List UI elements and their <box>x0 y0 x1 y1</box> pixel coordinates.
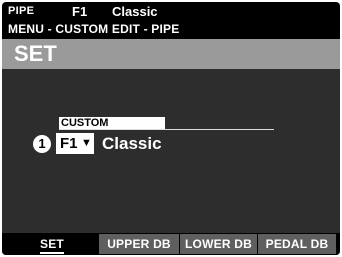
tab-set[interactable]: SET <box>10 234 94 254</box>
tab-upper-db[interactable]: UPPER DB <box>99 234 179 254</box>
value-number: F1 <box>60 135 78 152</box>
tab-set-label: SET <box>40 237 64 254</box>
status-bar: PIPE F1 Classic <box>2 2 340 24</box>
custom-value-selector[interactable]: F1 ▼ <box>56 133 94 154</box>
value-name: Classic <box>102 134 162 153</box>
tab-lower-db-label: LOWER DB <box>185 237 252 251</box>
function-tabs: SET UPPER DB LOWER DB PEDAL DB <box>2 233 340 255</box>
parameter-label: CUSTOM <box>59 117 165 129</box>
parameter-underline <box>59 129 274 130</box>
dropdown-arrow-icon: ▼ <box>81 137 92 149</box>
patch-number: F1 <box>72 4 88 19</box>
display-screen: PIPE F1 Classic MENU - CUSTOM EDIT - PIP… <box>2 2 340 255</box>
tab-pedal-db[interactable]: PEDAL DB <box>258 234 336 254</box>
breadcrumb: MENU - CUSTOM EDIT - PIPE <box>8 22 180 36</box>
tab-upper-db-label: UPPER DB <box>107 237 171 251</box>
main-area: CUSTOM 1 F1 ▼ Classic <box>2 69 340 233</box>
mode-label: PIPE <box>8 5 35 17</box>
tab-pedal-db-label: PEDAL DB <box>265 237 329 251</box>
title-bar: SET <box>2 39 340 69</box>
tab-lower-db[interactable]: LOWER DB <box>180 234 257 254</box>
page-title: SET <box>14 41 57 66</box>
patch-name: Classic <box>112 4 158 19</box>
parameter-marker-badge: 1 <box>33 135 51 153</box>
